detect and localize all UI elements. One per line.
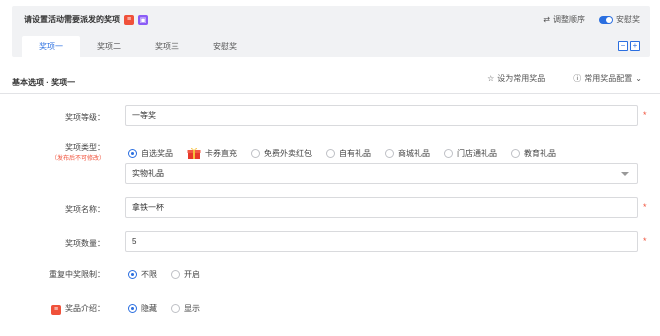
radio-dot[interactable]: [444, 148, 453, 158]
gift-type-select[interactable]: 实物礼品: [125, 163, 638, 184]
intro-radio-group: 隐藏 显示: [128, 303, 214, 314]
type-option-store[interactable]: 门店通礼品: [444, 148, 497, 159]
radio-dot[interactable]: [326, 148, 335, 158]
badge-icon: ≡: [124, 14, 134, 25]
type-option-self[interactable]: 自选奖品: [128, 148, 173, 159]
prize-tabs: 奖项一 奖项二 奖项三 安慰奖: [22, 36, 254, 57]
header-actions: ⇄ 调整顺序 安慰奖: [543, 14, 640, 25]
type-option-mall[interactable]: 商城礼品: [385, 148, 430, 159]
tab-actions: − +: [618, 41, 640, 51]
tab-prize-1[interactable]: 奖项一: [22, 36, 80, 57]
section-title: 基本选项 · 奖项一: [12, 78, 76, 87]
name-input[interactable]: 拿铁一杯: [125, 197, 638, 218]
common-config-dropdown[interactable]: ⓘ 常用奖品配置 ⌄: [573, 73, 642, 84]
quantity-label: 奖项数量：: [65, 239, 105, 248]
radio-dot[interactable]: [128, 148, 137, 158]
type-option-own[interactable]: 自有礼品: [326, 148, 371, 159]
swap-icon: ⇄: [543, 15, 550, 24]
repeat-limit-label: 重复中奖限制：: [49, 270, 105, 279]
add-tab-button[interactable]: +: [630, 41, 640, 51]
caret-down-icon: [621, 172, 629, 176]
option-label: 自有礼品: [339, 148, 371, 158]
intro-option-hide[interactable]: 隐藏: [128, 303, 157, 314]
prize-config-header: 请设置活动需要派发的奖项 ≡ ▣ ⇄ 调整顺序 安慰奖 奖项一 奖项二 奖项三 …: [12, 6, 650, 57]
consolation-toggle-label: 安慰奖: [616, 15, 640, 24]
type-option-edu[interactable]: 教育礼品: [511, 148, 556, 159]
name-label: 奖项名称：: [65, 205, 105, 214]
required-mark: *: [643, 236, 647, 246]
adjust-order-label: 调整顺序: [553, 15, 585, 24]
type-option-card[interactable]: 卡券直充: [187, 146, 237, 160]
radio-dot[interactable]: [385, 148, 394, 158]
type-sublabel: （发布后不可修改）: [50, 156, 105, 162]
radio-dot[interactable]: [511, 148, 520, 158]
intro-label-group: ≡ 奖品介绍：: [51, 303, 105, 315]
quantity-input[interactable]: 5: [125, 231, 638, 252]
intro-label: 奖品介绍：: [65, 304, 105, 313]
section-header: 基本选项 · 奖项一 ☆ 设为常用奖品 ⓘ 常用奖品配置 ⌄: [0, 66, 660, 94]
badge-icon-purple: ▣: [138, 14, 148, 25]
tab-consolation[interactable]: 安慰奖: [196, 36, 254, 57]
radio-dot[interactable]: [171, 270, 180, 279]
option-label: 免费外卖红包: [264, 148, 312, 158]
type-radio-group: 自选奖品 卡券直充 免费外卖红包 自有礼品 商城礼品 门店通礼品 教育礼品: [128, 146, 570, 160]
help-icon: ⓘ: [573, 74, 582, 83]
tab-prize-2[interactable]: 奖项二: [80, 36, 138, 57]
gift-type-value: 实物礼品: [132, 169, 164, 178]
star-icon: ☆: [487, 74, 495, 83]
consolation-toggle[interactable]: 安慰奖: [599, 14, 640, 25]
option-label: 教育礼品: [524, 148, 556, 158]
option-label: 显示: [184, 304, 200, 313]
intro-icon: ≡: [51, 304, 61, 315]
option-label: 卡券直充: [205, 148, 237, 158]
level-label: 奖项等级：: [65, 113, 105, 122]
set-common-button[interactable]: ☆ 设为常用奖品: [487, 73, 545, 84]
option-label: 隐藏: [141, 304, 157, 313]
option-label: 自选奖品: [141, 148, 173, 158]
header-title-group: 请设置活动需要派发的奖项 ≡ ▣: [24, 14, 148, 25]
radio-dot[interactable]: [171, 304, 180, 313]
required-mark: *: [643, 202, 647, 212]
tab-prize-3[interactable]: 奖项三: [138, 36, 196, 57]
radio-dot[interactable]: [251, 148, 260, 158]
type-label: 奖项类型： （发布后不可修改）: [51, 142, 105, 162]
type-label-text: 奖项类型：: [65, 143, 105, 152]
radio-dot[interactable]: [128, 304, 137, 313]
level-input[interactable]: 一等奖: [125, 105, 638, 126]
option-label: 开启: [184, 270, 200, 279]
gift-icon: [187, 147, 201, 159]
option-label: 不限: [141, 270, 157, 279]
repeat-option-enable[interactable]: 开启: [171, 269, 200, 280]
intro-option-show[interactable]: 显示: [171, 303, 200, 314]
repeat-limit-radio-group: 不限 开启: [128, 269, 214, 280]
repeat-option-unlimited[interactable]: 不限: [128, 269, 157, 280]
section-actions: ☆ 设为常用奖品 ⓘ 常用奖品配置 ⌄: [487, 73, 642, 84]
common-config-label: 常用奖品配置: [584, 74, 633, 83]
option-label: 门店通礼品: [457, 148, 497, 158]
adjust-order-button[interactable]: ⇄ 调整顺序: [543, 14, 585, 25]
chevron-down-icon: ⌄: [635, 74, 642, 83]
type-option-takeaway[interactable]: 免费外卖红包: [251, 148, 312, 159]
required-mark: *: [643, 110, 647, 120]
radio-dot[interactable]: [128, 270, 137, 279]
header-title: 请设置活动需要派发的奖项: [24, 15, 120, 24]
option-label: 商城礼品: [398, 148, 430, 158]
toggle-switch[interactable]: [599, 15, 613, 24]
set-common-label: 设为常用奖品: [497, 74, 546, 83]
remove-tab-button[interactable]: −: [618, 41, 628, 51]
